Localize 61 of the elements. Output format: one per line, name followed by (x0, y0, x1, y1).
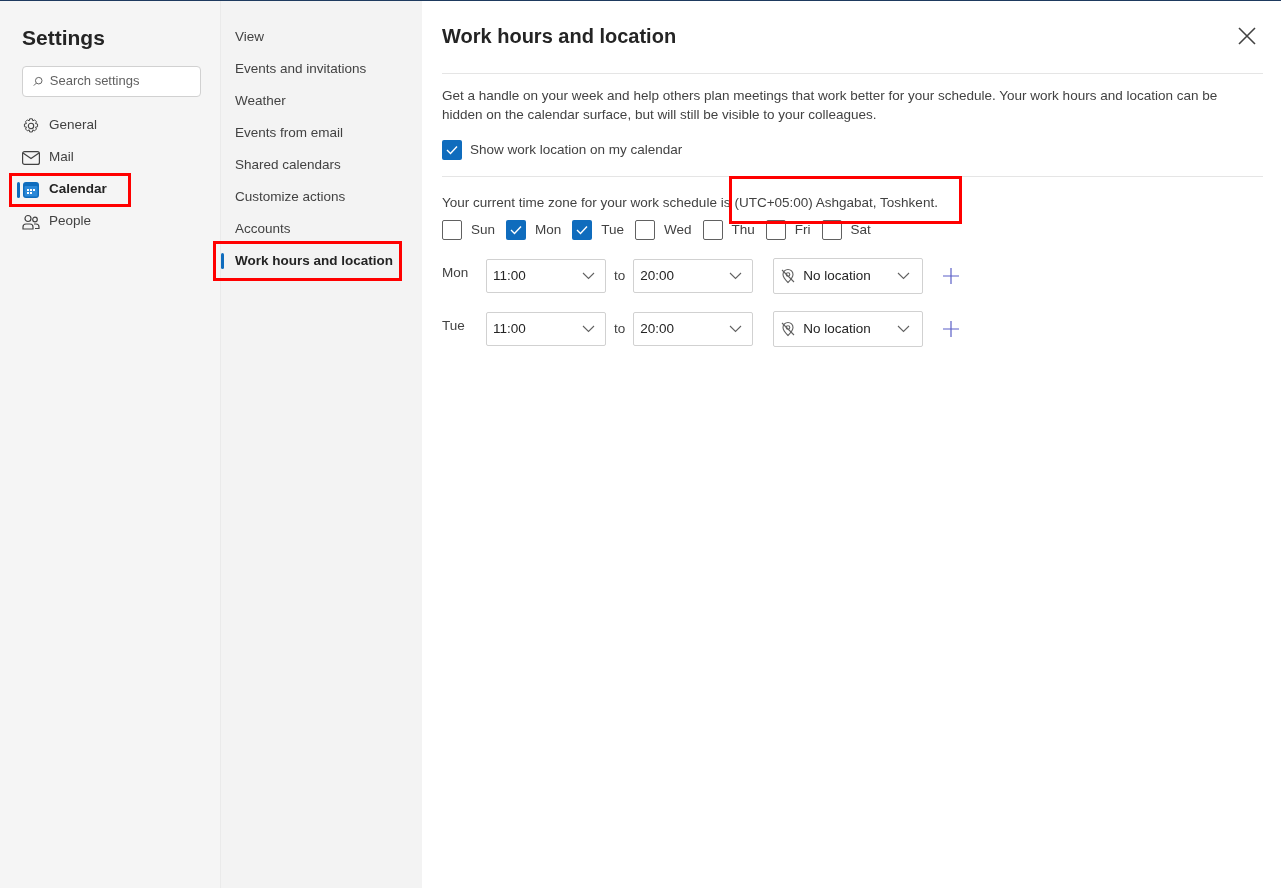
day-label: Fri (794, 220, 811, 239)
day-label: Mon (442, 263, 470, 282)
checkbox[interactable] (442, 219, 462, 240)
location-dropdown[interactable]: No location (773, 257, 924, 294)
chevron-icon (729, 324, 743, 333)
checkbox-label: Show work location on my calendar (470, 141, 683, 159)
time-dropdown[interactable]: 20:00 (633, 258, 754, 293)
day-label: Mon (535, 220, 562, 239)
chevron-icon (582, 271, 595, 280)
subnav-item[interactable]: Customize actions (235, 186, 346, 208)
subnav-item[interactable]: Work hours and location (235, 250, 393, 272)
chevron-icon (729, 271, 743, 280)
calendar-icon (23, 181, 39, 198)
people-icon (22, 213, 40, 230)
search-icon (33, 75, 43, 87)
checkbox[interactable] (702, 219, 723, 240)
subnav-item[interactable]: Weather (235, 90, 286, 112)
day-label: Sun (471, 220, 496, 239)
checkbox[interactable] (506, 219, 527, 240)
chevron-icon (582, 324, 595, 333)
plus-icon (943, 320, 960, 337)
time-dropdown[interactable]: 11:00 (486, 311, 606, 346)
subnav-item[interactable]: Events from email (235, 122, 344, 144)
subnav-item[interactable]: Shared calendars (235, 154, 341, 176)
search-input[interactable]: Search settings (49, 71, 190, 91)
search-field[interactable]: Search settings (22, 65, 201, 97)
checkmark-icon (510, 224, 523, 235)
day-label: Tue (601, 220, 625, 239)
checkbox[interactable] (442, 140, 462, 161)
location-off-icon (780, 320, 797, 337)
checkmark-icon (446, 145, 458, 156)
checkbox[interactable] (635, 219, 656, 240)
settings-title: Settings (22, 25, 106, 51)
nav-item[interactable]: Calendar (49, 179, 107, 200)
day-label: Tue (442, 316, 466, 335)
day-label: Thu (731, 220, 755, 239)
nav-item[interactable]: Mail (49, 147, 74, 168)
panel-title: Work hours and location (442, 24, 677, 49)
subnav-item[interactable]: View (235, 26, 265, 48)
mail-icon (22, 150, 40, 165)
gear-icon (22, 116, 40, 135)
close-icon (1238, 27, 1256, 45)
subnav-item[interactable]: Events and invitations (235, 58, 367, 80)
checkbox[interactable] (572, 219, 593, 240)
plus-icon (943, 267, 960, 284)
chevron-icon (897, 271, 911, 280)
time-dropdown[interactable]: 11:00 (486, 258, 606, 293)
subnav-item[interactable]: Accounts (235, 218, 291, 240)
description-text: Get a handle on your week and help others plan meetings that work better for your schedule. Your work hours and location can be hidden on the calendar surface, but will still be visible to your colleagues. (442, 87, 1219, 124)
nav-item[interactable]: General (49, 115, 98, 136)
location-off-icon (780, 267, 797, 284)
to-label: to (614, 319, 626, 338)
nav-item[interactable]: People (49, 211, 92, 232)
timezone-text: (UTC+05:00) Ashgabat, Toshkent. (734, 193, 938, 214)
day-label: Wed (664, 220, 692, 239)
chevron-icon (897, 324, 911, 333)
checkmark-icon (576, 224, 589, 235)
time-dropdown[interactable]: 20:00 (633, 311, 754, 346)
location-dropdown[interactable]: No location (773, 310, 924, 347)
to-label: to (614, 266, 626, 285)
day-label: Sat (850, 220, 871, 239)
